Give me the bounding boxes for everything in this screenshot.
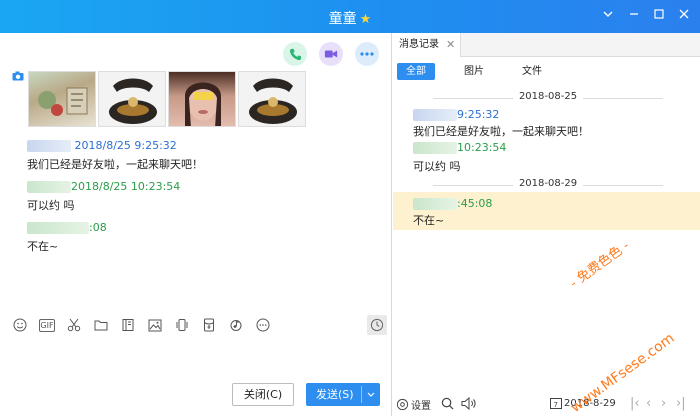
send-label: 发送(S): [316, 388, 354, 401]
message-time: 9:25:32: [457, 108, 500, 121]
scissors-icon[interactable]: [66, 317, 82, 333]
close-button[interactable]: 关闭(C): [232, 383, 294, 406]
message-list: 2018/8/25 9:25:32 我们已经是好友啦，一起来聊天吧！ 2018/…: [27, 138, 377, 261]
history-filters: 全部 图片 文件: [397, 63, 569, 80]
filter-images[interactable]: 图片: [455, 63, 493, 80]
history-message: 9:25:32 我们已经是好友啦，一起来聊天吧！: [413, 107, 693, 141]
settings-gear-icon: [396, 398, 409, 411]
next-page-icon[interactable]: ›: [661, 396, 666, 411]
settings-label: 设置: [411, 401, 431, 412]
close-icon[interactable]: ✕: [446, 33, 455, 57]
more-options-button[interactable]: [355, 42, 379, 66]
date-label: 2018-08-29: [518, 178, 578, 189]
clock-icon: [370, 318, 384, 332]
image-icon[interactable]: [147, 317, 163, 333]
input-toolbar: GIF: [12, 315, 380, 335]
message-meta: :45:08: [413, 196, 693, 212]
send-button[interactable]: 发送(S): [306, 383, 380, 406]
folder-icon[interactable]: [93, 317, 109, 333]
message-text: 我们已经是好友啦，一起来聊天吧！: [413, 125, 589, 138]
message-text: 我们已经是好友啦，一起来聊天吧！: [27, 158, 203, 171]
blurred-sender-name: [413, 198, 457, 210]
date-separator: 2018-08-29: [403, 178, 693, 192]
video-camera-icon: [324, 50, 338, 58]
filter-files[interactable]: 文件: [513, 63, 551, 80]
history-clock-button[interactable]: [367, 315, 387, 335]
voice-call-button[interactable]: [283, 42, 307, 66]
blurred-sender-name: [413, 142, 457, 154]
message-text: 可以约 吗: [413, 160, 461, 173]
date-separator: 2018-08-25: [403, 91, 693, 105]
first-page-icon[interactable]: |‹: [630, 396, 640, 411]
phone-icon: [289, 48, 301, 60]
gif-label: GIF: [39, 318, 55, 332]
send-options-chevron-icon[interactable]: [366, 383, 376, 414]
tab-message-history[interactable]: 消息记录 ✕: [393, 33, 461, 57]
chat-panel: 2018/8/25 9:25:32 我们已经是好友啦，一起来聊天吧！ 2018/…: [0, 33, 392, 416]
minimize-button[interactable]: [626, 8, 642, 24]
calendar-icon: 7: [550, 398, 562, 409]
maximize-button[interactable]: [651, 8, 667, 24]
message-meta: 2018/8/25 10:23:54: [27, 179, 377, 195]
window-title: 童童 ★: [0, 8, 700, 28]
message-time: 2018/8/25 10:23:54: [71, 180, 181, 193]
call-actions: [283, 42, 379, 66]
message-time: 10:23:54: [457, 141, 507, 154]
history-message: 10:23:54 可以约 吗: [413, 140, 693, 176]
red-packet-icon[interactable]: [201, 317, 217, 333]
speaker-icon[interactable]: [461, 397, 477, 410]
more-dots-icon: [360, 52, 374, 56]
photo-thumbnail[interactable]: [98, 71, 166, 127]
blurred-sender-name: [413, 109, 457, 121]
message-text: 可以约 吗: [27, 199, 75, 212]
close-window-button[interactable]: [676, 8, 692, 24]
book-icon[interactable]: [120, 317, 136, 333]
emoji-icon[interactable]: [12, 317, 28, 333]
profile-photos: [12, 71, 306, 131]
message-time: :45:08: [457, 197, 493, 210]
star-icon: ★: [359, 12, 372, 27]
phone-shake-icon[interactable]: [174, 317, 190, 333]
date-label: 2018-08-25: [518, 91, 578, 102]
message-text: 不在~: [27, 240, 59, 253]
video-call-button[interactable]: [319, 42, 343, 66]
settings-button[interactable]: 设置: [396, 397, 431, 412]
blurred-sender-name: [27, 140, 71, 152]
blurred-sender-name: [27, 181, 71, 193]
message-time: :08: [89, 221, 107, 234]
message-meta: 10:23:54: [413, 140, 693, 156]
history-bottom-bar: 设置 7 2018-8-29 |‹ ‹ › ›|: [393, 393, 700, 416]
more-icon[interactable]: [255, 317, 271, 333]
history-tab-bar: 消息记录 ✕: [393, 33, 700, 57]
svg-text:7: 7: [554, 401, 558, 409]
photo-thumbnail[interactable]: [238, 71, 306, 127]
blurred-sender-name: [27, 222, 89, 234]
chevron-down-icon[interactable]: [600, 8, 616, 24]
title-bar: 童童 ★: [0, 0, 700, 33]
gif-icon[interactable]: GIF: [39, 317, 55, 333]
contact-name: 童童: [328, 11, 357, 27]
message-meta: :08: [27, 220, 377, 236]
message-time: 2018/8/25 9:25:32: [74, 139, 177, 152]
music-icon[interactable]: [228, 317, 244, 333]
message-meta: 9:25:32: [413, 107, 693, 123]
last-page-icon[interactable]: ›|: [676, 396, 686, 411]
send-divider: [361, 386, 362, 403]
photo-thumbnail[interactable]: [28, 71, 96, 127]
photo-thumbnail[interactable]: [168, 71, 236, 127]
tab-label: 消息记录: [399, 39, 439, 50]
message-meta: 2018/8/25 9:25:32: [27, 138, 377, 154]
filter-all[interactable]: 全部: [397, 63, 435, 80]
search-icon[interactable]: [441, 397, 454, 410]
prev-page-icon[interactable]: ‹: [646, 396, 651, 411]
